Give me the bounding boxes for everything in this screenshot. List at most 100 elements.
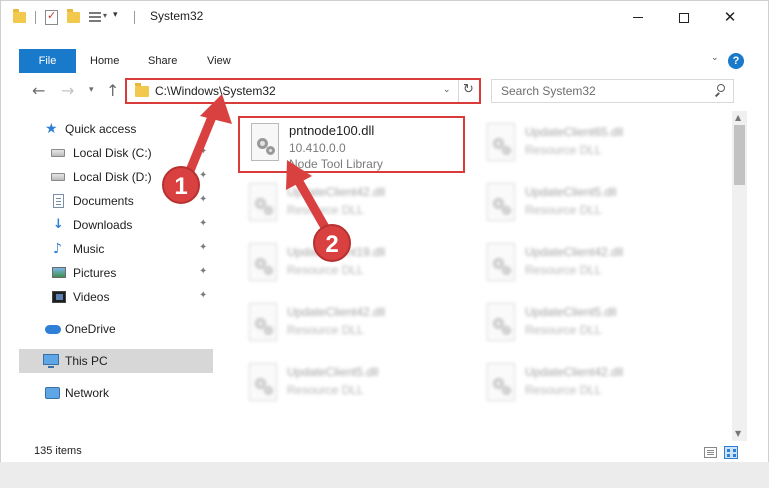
navigation-pane: ★ Quick access Local Disk (C:) ✦ Local D… bbox=[1, 111, 215, 441]
folder-icon bbox=[135, 83, 149, 97]
sidebar-item-this-pc[interactable]: This PC bbox=[19, 349, 213, 373]
sidebar-item-videos[interactable]: Videos ✦ bbox=[1, 285, 213, 309]
address-bar[interactable]: C:\Windows\System32 ⌄ ↻ bbox=[125, 78, 481, 104]
disk-icon bbox=[51, 149, 65, 157]
file-description: Resource DLL bbox=[525, 383, 602, 397]
network-icon bbox=[45, 387, 60, 399]
sidebar-item-label: Pictures bbox=[73, 266, 117, 280]
help-button[interactable]: ? bbox=[728, 53, 744, 69]
star-icon: ★ bbox=[45, 121, 58, 137]
step-2-badge: 2 bbox=[313, 224, 351, 262]
pictures-icon bbox=[52, 267, 66, 278]
dll-file-icon bbox=[485, 303, 517, 343]
file-name: UpdateClient65.dll bbox=[525, 125, 624, 139]
scrollbar-thumb[interactable] bbox=[734, 125, 745, 185]
item-count: 135 items bbox=[34, 445, 82, 457]
cloud-icon bbox=[45, 325, 61, 334]
details-view-button[interactable] bbox=[704, 447, 717, 458]
tab-file[interactable]: File bbox=[19, 49, 76, 73]
scroll-up-button[interactable]: ▲ bbox=[735, 113, 741, 122]
music-icon: ♪ bbox=[53, 241, 62, 257]
sidebar-item-pictures[interactable]: Pictures ✦ bbox=[1, 261, 213, 285]
file-description: Resource DLL bbox=[287, 383, 364, 397]
sidebar-item-label: Videos bbox=[73, 290, 110, 304]
address-path[interactable]: C:\Windows\System32 bbox=[155, 84, 276, 98]
tab-home[interactable]: Home bbox=[90, 49, 119, 73]
sidebar-item-downloads[interactable]: ↓ Downloads ✦ bbox=[1, 213, 213, 237]
search-icon[interactable] bbox=[714, 84, 725, 97]
dll-file-icon bbox=[485, 123, 517, 163]
file-highlight-box bbox=[238, 116, 465, 173]
file-tile[interactable]: UpdateClient42.dll Resource DLL bbox=[477, 357, 702, 415]
sidebar-item-local-disk-c[interactable]: Local Disk (C:) ✦ bbox=[1, 141, 213, 165]
file-description: Resource DLL bbox=[525, 263, 602, 277]
file-name: UpdateClient5.dll bbox=[287, 365, 379, 379]
expand-ribbon-button[interactable]: ⌄ bbox=[711, 53, 719, 63]
search-placeholder: Search System32 bbox=[501, 84, 596, 98]
folder-icon bbox=[13, 9, 26, 23]
pin-icon[interactable]: ✦ bbox=[199, 242, 207, 253]
file-tile[interactable]: UpdateClient42.dll Resource DLL bbox=[239, 297, 464, 355]
file-explorer-window: ▾ ▾ System32 ✕ File Home Share View ⌄ ? … bbox=[0, 0, 769, 488]
minimize-button[interactable] bbox=[615, 1, 661, 33]
toolbar-icon bbox=[89, 12, 101, 22]
file-tile[interactable]: UpdateClient19.dll Resource DLL bbox=[239, 237, 464, 295]
pin-icon[interactable]: ✦ bbox=[199, 218, 207, 229]
refresh-button[interactable]: ↻ bbox=[463, 82, 474, 97]
file-description: Resource DLL bbox=[287, 263, 364, 277]
file-tile[interactable]: UpdateClient65.dll Resource DLL bbox=[477, 117, 702, 175]
sidebar-item-quick-access[interactable]: ★ Quick access bbox=[1, 117, 213, 141]
vertical-scrollbar[interactable]: ▲ ▼ bbox=[732, 111, 747, 441]
maximize-button[interactable] bbox=[661, 1, 707, 33]
forward-button[interactable]: → bbox=[61, 81, 74, 100]
file-description: Resource DLL bbox=[287, 203, 364, 217]
pin-icon[interactable]: ✦ bbox=[199, 290, 207, 301]
dll-file-icon bbox=[485, 183, 517, 223]
file-description: Resource DLL bbox=[525, 143, 602, 157]
dll-file-icon bbox=[247, 243, 279, 283]
maximize-icon bbox=[679, 12, 689, 23]
title-divider bbox=[134, 11, 135, 24]
minimize-icon bbox=[633, 17, 643, 18]
sidebar-item-network[interactable]: Network bbox=[1, 381, 213, 405]
quick-access-dropdown[interactable]: ▾ bbox=[113, 10, 123, 26]
tab-view[interactable]: View bbox=[207, 49, 231, 73]
close-icon: ✕ bbox=[723, 8, 737, 26]
tiles-view-button[interactable] bbox=[724, 446, 738, 459]
properties-button[interactable] bbox=[45, 9, 58, 25]
sidebar-item-music[interactable]: ♪ Music ✦ bbox=[1, 237, 213, 261]
pin-icon[interactable]: ✦ bbox=[199, 170, 207, 181]
search-input[interactable]: Search System32 bbox=[491, 79, 734, 103]
sidebar-item-label: Downloads bbox=[73, 218, 133, 232]
file-tile[interactable]: UpdateClient5.dll Resource DLL bbox=[477, 297, 702, 355]
sidebar-item-label: This PC bbox=[65, 354, 108, 368]
recent-locations-button[interactable]: ▾ bbox=[89, 85, 94, 95]
pin-icon[interactable]: ✦ bbox=[199, 194, 207, 205]
new-folder-button[interactable] bbox=[67, 9, 80, 23]
sidebar-item-onedrive[interactable]: OneDrive bbox=[1, 317, 213, 341]
file-tile[interactable]: UpdateClient5.dll Resource DLL bbox=[477, 177, 702, 235]
dll-file-icon bbox=[485, 363, 517, 403]
title-bar: ▾ ▾ System32 ✕ bbox=[1, 1, 768, 33]
file-tile[interactable]: UpdateClient42.dll Resource DLL bbox=[477, 237, 702, 295]
sidebar-item-label: Quick access bbox=[65, 122, 137, 136]
sidebar-item-label: OneDrive bbox=[65, 322, 116, 336]
back-button[interactable]: ← bbox=[32, 81, 45, 100]
file-name: UpdateClient42.dll bbox=[287, 185, 386, 199]
computer-icon bbox=[43, 354, 59, 368]
file-tile[interactable]: UpdateClient42.dll Resource DLL bbox=[239, 177, 464, 235]
documents-icon bbox=[53, 194, 64, 208]
address-dropdown-button[interactable]: ⌄ bbox=[443, 85, 451, 95]
customize-toolbar-button[interactable]: ▾ bbox=[89, 10, 111, 24]
dll-file-icon bbox=[247, 303, 279, 343]
sidebar-item-label: Local Disk (D:) bbox=[73, 170, 152, 184]
scroll-down-button[interactable]: ▼ bbox=[735, 429, 741, 438]
sidebar-item-label: Documents bbox=[73, 194, 134, 208]
file-tile[interactable]: UpdateClient5.dll Resource DLL bbox=[239, 357, 464, 415]
up-button[interactable]: ↑ bbox=[106, 81, 119, 100]
desktop-background bbox=[0, 462, 769, 488]
close-button[interactable]: ✕ bbox=[707, 1, 753, 33]
tab-share[interactable]: Share bbox=[148, 49, 177, 73]
pin-icon[interactable]: ✦ bbox=[199, 266, 207, 277]
pin-icon[interactable]: ✦ bbox=[199, 146, 207, 157]
